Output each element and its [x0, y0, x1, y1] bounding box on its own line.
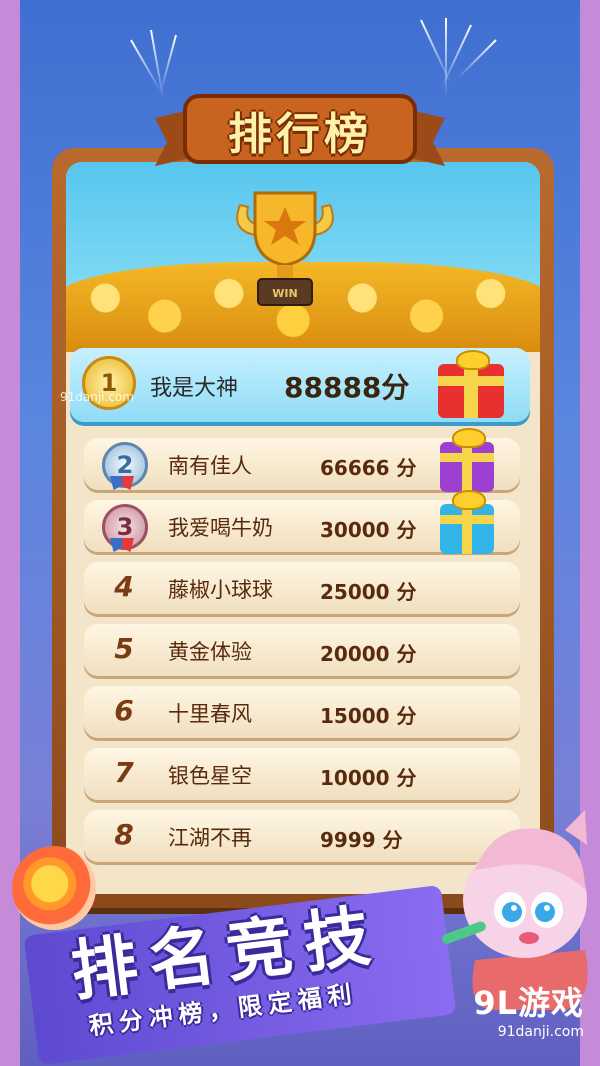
player-score: 25000 分: [320, 580, 417, 604]
rank-number: 7: [114, 756, 134, 789]
ranking-row-6[interactable]: 6 十里春风 15000 分: [84, 686, 520, 738]
player-score: 66666 分: [320, 456, 417, 480]
trophy-icon: WIN: [236, 191, 334, 306]
player-score: 30000 分: [320, 518, 417, 542]
rank-number: 5: [114, 632, 134, 665]
player-score: 88888分: [284, 371, 410, 404]
player-score: 20000 分: [320, 642, 417, 666]
blue-gift-icon[interactable]: [440, 490, 494, 554]
player-name: 十里春风: [168, 702, 252, 726]
player-score: 15000 分: [320, 704, 417, 728]
player-name: 我是大神: [150, 376, 239, 401]
trophy-label: WIN: [272, 287, 297, 300]
ranking-row-7[interactable]: 7 银色星空 10000 分: [84, 748, 520, 800]
ranking-row-3[interactable]: 3 我爱喝牛奶 30000 分: [84, 490, 520, 554]
player-name: 藤椒小球球: [168, 578, 273, 602]
watermark-small: 91danji.com: [60, 390, 134, 404]
watermark-logo: 9L游戏: [473, 984, 584, 1022]
ranking-row-2[interactable]: 2 南有佳人 66666 分: [84, 428, 520, 492]
player-name: 江湖不再: [168, 826, 252, 850]
ranking-row-4[interactable]: 4 藤椒小球球 25000 分: [84, 562, 520, 614]
rank-number: 8: [114, 818, 134, 851]
title-banner: 排行榜: [155, 88, 445, 178]
player-name: 黄金体验: [168, 640, 252, 664]
page-title: 排行榜: [228, 109, 372, 160]
player-name: 银色星空: [168, 764, 252, 788]
player-score: 9999 分: [320, 828, 403, 852]
site-watermark: 9L游戏 91danji.com: [473, 978, 584, 1040]
player-name: 我爱喝牛奶: [168, 516, 273, 540]
rank-number: 4: [114, 570, 134, 603]
watermark-url: 91danji.com: [497, 1024, 584, 1040]
red-gift-icon[interactable]: [438, 350, 504, 418]
player-score: 10000 分: [320, 766, 417, 790]
purple-gift-icon[interactable]: [440, 428, 494, 492]
rank-number: 6: [114, 694, 134, 727]
player-name: 南有佳人: [168, 454, 252, 478]
ranking-row-1[interactable]: 1 我是大神 88888分: [70, 348, 530, 422]
ranking-row-5[interactable]: 5 黄金体验 20000 分: [84, 624, 520, 676]
